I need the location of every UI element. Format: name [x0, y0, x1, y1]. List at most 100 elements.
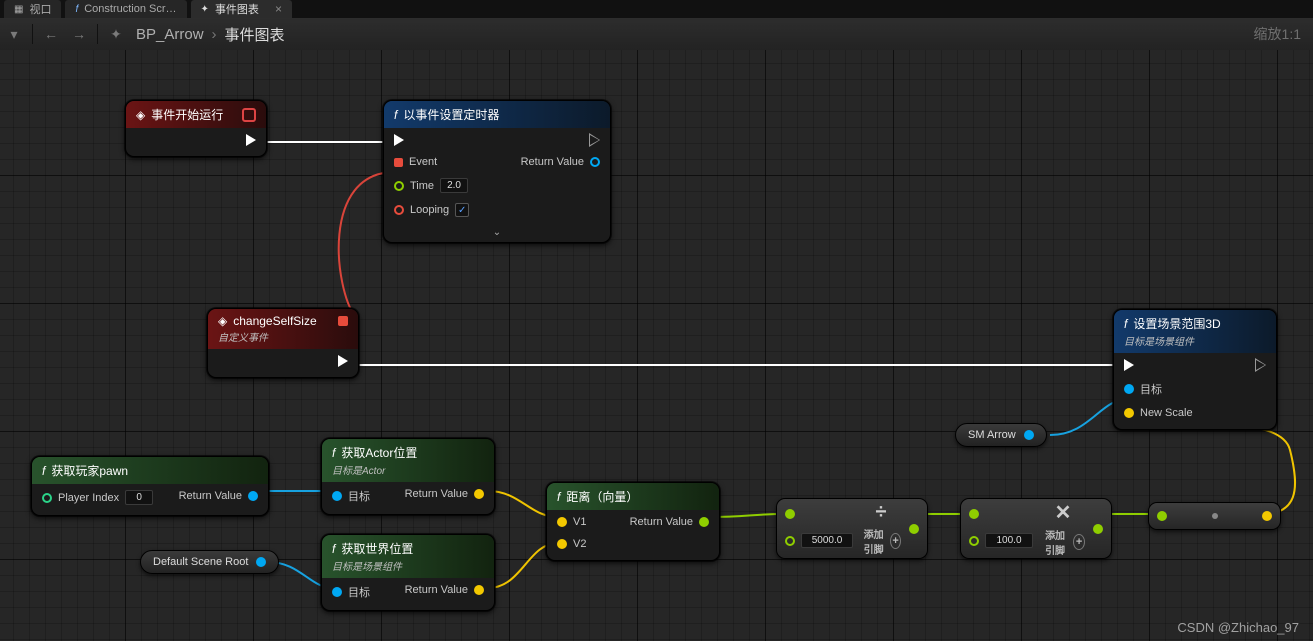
node-set-timer[interactable]: f 以事件设置定时器 Event Time2.0 Looping✓ Return… [383, 100, 611, 243]
breadcrumb-asset[interactable]: BP_Arrow [136, 26, 204, 43]
pin-label: V1 [573, 516, 586, 528]
time-pin[interactable]: Time2.0 [394, 178, 469, 193]
tab-viewport[interactable]: ▦ 视口 [4, 0, 61, 18]
return-pin[interactable]: Return Value [521, 156, 600, 168]
convert-icon [1212, 513, 1218, 519]
node-header: ◈ 事件开始运行 [126, 101, 266, 128]
addend-input[interactable]: 100.0 [985, 533, 1033, 548]
tab-construction[interactable]: fConstruction Scr… [65, 0, 186, 18]
node-distance-vector[interactable]: f 距离（向量） V1 V2 Return Value [546, 482, 720, 561]
return-pin[interactable]: Return Value [405, 488, 484, 500]
output-pin[interactable] [1024, 430, 1034, 440]
return-pin[interactable]: Return Value [405, 584, 484, 596]
graph-canvas[interactable]: ◈ 事件开始运行 f 以事件设置定时器 Event Time2.0 Loopin… [0, 50, 1313, 641]
node-to-vector[interactable] [1148, 502, 1281, 530]
pin-label: Event [409, 156, 437, 168]
target-pin[interactable]: 目标 [332, 488, 370, 504]
target-pin[interactable]: 目标 [1124, 381, 1193, 397]
node-header: f 以事件设置定时器 [384, 101, 610, 128]
input-pin[interactable] [1157, 511, 1167, 521]
player-index-pin[interactable]: Player Index 0 [42, 490, 153, 505]
divisor-input[interactable]: 5000.0 [801, 533, 853, 548]
toolbar: ▾ ← → ✦ BP_Arrow › 事件图表 [0, 18, 1313, 51]
node-set-world-scale[interactable]: f设置场景范围3D 目标是场景组件 目标 New Scale [1113, 309, 1277, 430]
pin-label: Player Index [58, 492, 119, 504]
node-header: f获取世界位置 目标是场景组件 [322, 535, 494, 578]
expand-button[interactable]: ⌄ [384, 227, 610, 242]
close-icon[interactable]: × [275, 2, 282, 16]
return-pin[interactable]: Return Value [179, 490, 258, 502]
breadcrumb-graph[interactable]: 事件图表 [225, 24, 285, 45]
variable-label: Default Scene Root [153, 556, 248, 568]
node-header: ◈ changeSelfSize 自定义事件 [208, 309, 358, 349]
v1-pin[interactable]: V1 [557, 516, 586, 528]
v2-pin[interactable]: V2 [557, 538, 586, 550]
function-icon: f [75, 4, 78, 15]
pin-label: New Scale [1140, 407, 1193, 419]
nav-forward-button[interactable]: → [67, 22, 91, 46]
plus-icon: + [890, 533, 901, 549]
tab-strip: ▦ 视口 fConstruction Scr… ✦事件图表× [0, 0, 1313, 18]
nav-back-button[interactable]: ← [39, 22, 63, 46]
node-add[interactable]: 100.0 ✕ 添加引脚+ [960, 498, 1112, 559]
node-body: 目标 Return Value [322, 482, 494, 514]
tab-eventgraph[interactable]: ✦事件图表× [191, 0, 292, 18]
exec-out-pin[interactable] [338, 355, 348, 367]
node-body: Event Time2.0 Looping✓ Return Value [384, 128, 610, 227]
target-pin[interactable]: 目标 [332, 584, 370, 600]
node-body [126, 128, 266, 156]
new-scale-pin[interactable]: New Scale [1124, 407, 1193, 419]
node-body [208, 349, 358, 377]
variable-default-scene-root[interactable]: Default Scene Root [140, 550, 279, 574]
node-get-actor-location[interactable]: f获取Actor位置 目标是Actor 目标 Return Value [321, 438, 495, 515]
input-b-pin[interactable]: 100.0 [969, 533, 1033, 548]
function-icon: f [332, 446, 335, 460]
pin-label: V2 [573, 538, 586, 550]
divider [32, 24, 33, 44]
node-title: 获取玩家pawn [51, 462, 128, 479]
node-get-player-pawn[interactable]: f 获取玩家pawn Player Index 0 Return Value [31, 456, 269, 516]
output-pin[interactable] [256, 557, 266, 567]
output-pin[interactable] [1262, 511, 1272, 521]
delegate-pin[interactable] [338, 316, 348, 326]
tab-label: 视口 [29, 1, 51, 17]
looping-checkbox[interactable]: ✓ [455, 203, 469, 217]
node-divide[interactable]: 5000.0 ÷ 添加引脚+ [776, 498, 928, 559]
time-input[interactable]: 2.0 [440, 178, 468, 193]
looping-pin[interactable]: Looping✓ [394, 203, 469, 217]
node-header: f设置场景范围3D 目标是场景组件 [1114, 310, 1276, 353]
exec-in-pin[interactable] [394, 134, 469, 146]
output-pin[interactable] [1093, 524, 1103, 534]
exec-in-pin[interactable] [1124, 359, 1193, 371]
node-event-begin-play[interactable]: ◈ 事件开始运行 [125, 100, 267, 157]
event-icon: ◈ [136, 108, 145, 122]
watermark: CSDN @Zhichao_97 [1177, 620, 1299, 635]
input-b-pin[interactable]: 5000.0 [785, 533, 853, 548]
node-change-self-size[interactable]: ◈ changeSelfSize 自定义事件 [207, 308, 359, 378]
pin-label: Return Value [630, 516, 693, 528]
input-a-pin[interactable] [785, 509, 795, 519]
pin-label: Return Value [405, 584, 468, 596]
return-pin[interactable]: Return Value [630, 516, 709, 528]
input-a-pin[interactable] [969, 509, 979, 519]
exec-out-pin[interactable] [246, 134, 256, 146]
node-title: changeSelfSize [233, 314, 316, 328]
event-pin[interactable]: Event [394, 156, 469, 168]
add-pin-button[interactable]: 添加引脚+ [861, 526, 901, 556]
grid-icon: ▦ [14, 4, 23, 15]
node-get-world-location[interactable]: f获取世界位置 目标是场景组件 目标 Return Value [321, 534, 495, 611]
variable-sm-arrow[interactable]: SM Arrow [955, 423, 1047, 447]
exec-out-pin[interactable] [590, 134, 600, 146]
dropdown-button[interactable]: ▾ [2, 22, 26, 46]
node-title: 以事件设置定时器 [403, 106, 499, 123]
node-body: 目标 New Scale [1114, 353, 1276, 429]
divider [97, 24, 98, 44]
output-pin[interactable] [909, 524, 919, 534]
node-title: 设置场景范围3D [1133, 315, 1220, 332]
exec-out-pin[interactable] [1256, 359, 1266, 371]
graph-icon[interactable]: ✦ [104, 22, 128, 46]
breakpoint-icon[interactable] [242, 108, 256, 122]
add-pin-button[interactable]: 添加引脚+ [1041, 527, 1085, 557]
function-icon: f [42, 464, 45, 478]
player-index-input[interactable]: 0 [125, 490, 153, 505]
